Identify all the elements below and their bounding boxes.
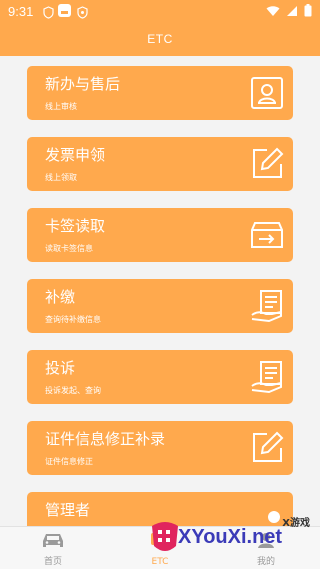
app-header: 9:31 ETC xyxy=(0,0,320,56)
menu-list: 新办与售后 线上审核 发票申领 线上领取 卡签读取 读取卡签信息 补缴 查询待补… xyxy=(0,56,320,526)
card-subtitle: 线上审核 xyxy=(45,102,77,111)
bill-hand-icon xyxy=(249,288,285,324)
page-title: ETC xyxy=(147,32,173,46)
card-title: 发票申领 xyxy=(45,146,106,164)
bill-hand-icon xyxy=(249,359,285,395)
notification-shield-icon xyxy=(76,4,89,19)
card-subtitle: 投诉发起、查询 xyxy=(45,386,101,395)
id-card-icon xyxy=(249,75,285,111)
card-title: 卡签读取 xyxy=(45,217,106,235)
card-title: 补缴 xyxy=(45,288,76,306)
card-read-card-tag[interactable]: 卡签读取 读取卡签信息 xyxy=(27,208,293,262)
card-subtitle: 读取卡签信息 xyxy=(45,244,93,253)
card-id-info-correction[interactable]: 证件信息修正补录 证件信息修正 xyxy=(27,421,293,475)
notification-shield-icon xyxy=(42,4,55,19)
card-subtitle: 查询待补缴信息 xyxy=(45,315,101,324)
wifi-icon xyxy=(266,5,280,16)
card-subtitle: 证件信息修正 xyxy=(45,457,93,466)
card-title: 管理者 xyxy=(45,501,91,519)
card-title: 投诉 xyxy=(45,359,76,377)
nav-home[interactable]: 首页 xyxy=(23,527,83,569)
card-complaint[interactable]: 投诉 投诉发起、查询 xyxy=(27,350,293,404)
card-subtitle: 线上领取 xyxy=(45,173,77,182)
card-supplementary-payment[interactable]: 补缴 查询待补缴信息 xyxy=(27,279,293,333)
status-time: 9:31 xyxy=(8,4,34,19)
card-invoice-application[interactable]: 发票申领 线上领取 xyxy=(27,137,293,191)
signal-icon xyxy=(287,5,297,16)
card-new-and-aftersales[interactable]: 新办与售后 线上审核 xyxy=(27,66,293,120)
status-bar: 9:31 xyxy=(0,0,320,22)
card-read-icon xyxy=(249,217,285,253)
notification-app-icon xyxy=(58,4,71,17)
watermark: X游戏 XYouXi.net xyxy=(148,510,320,568)
car-icon xyxy=(41,531,65,553)
watermark-main-text: XYouXi.net xyxy=(178,526,283,548)
edit-icon xyxy=(249,146,285,182)
nav-label: 首页 xyxy=(43,557,62,567)
battery-icon xyxy=(304,4,312,17)
watermark-top-text: X游戏 xyxy=(282,518,310,529)
status-indicators xyxy=(266,4,312,17)
card-title: 新办与售后 xyxy=(45,75,121,93)
card-title: 证件信息修正补录 xyxy=(45,430,166,448)
watermark-logo-icon xyxy=(148,516,182,564)
edit-icon xyxy=(249,430,285,466)
